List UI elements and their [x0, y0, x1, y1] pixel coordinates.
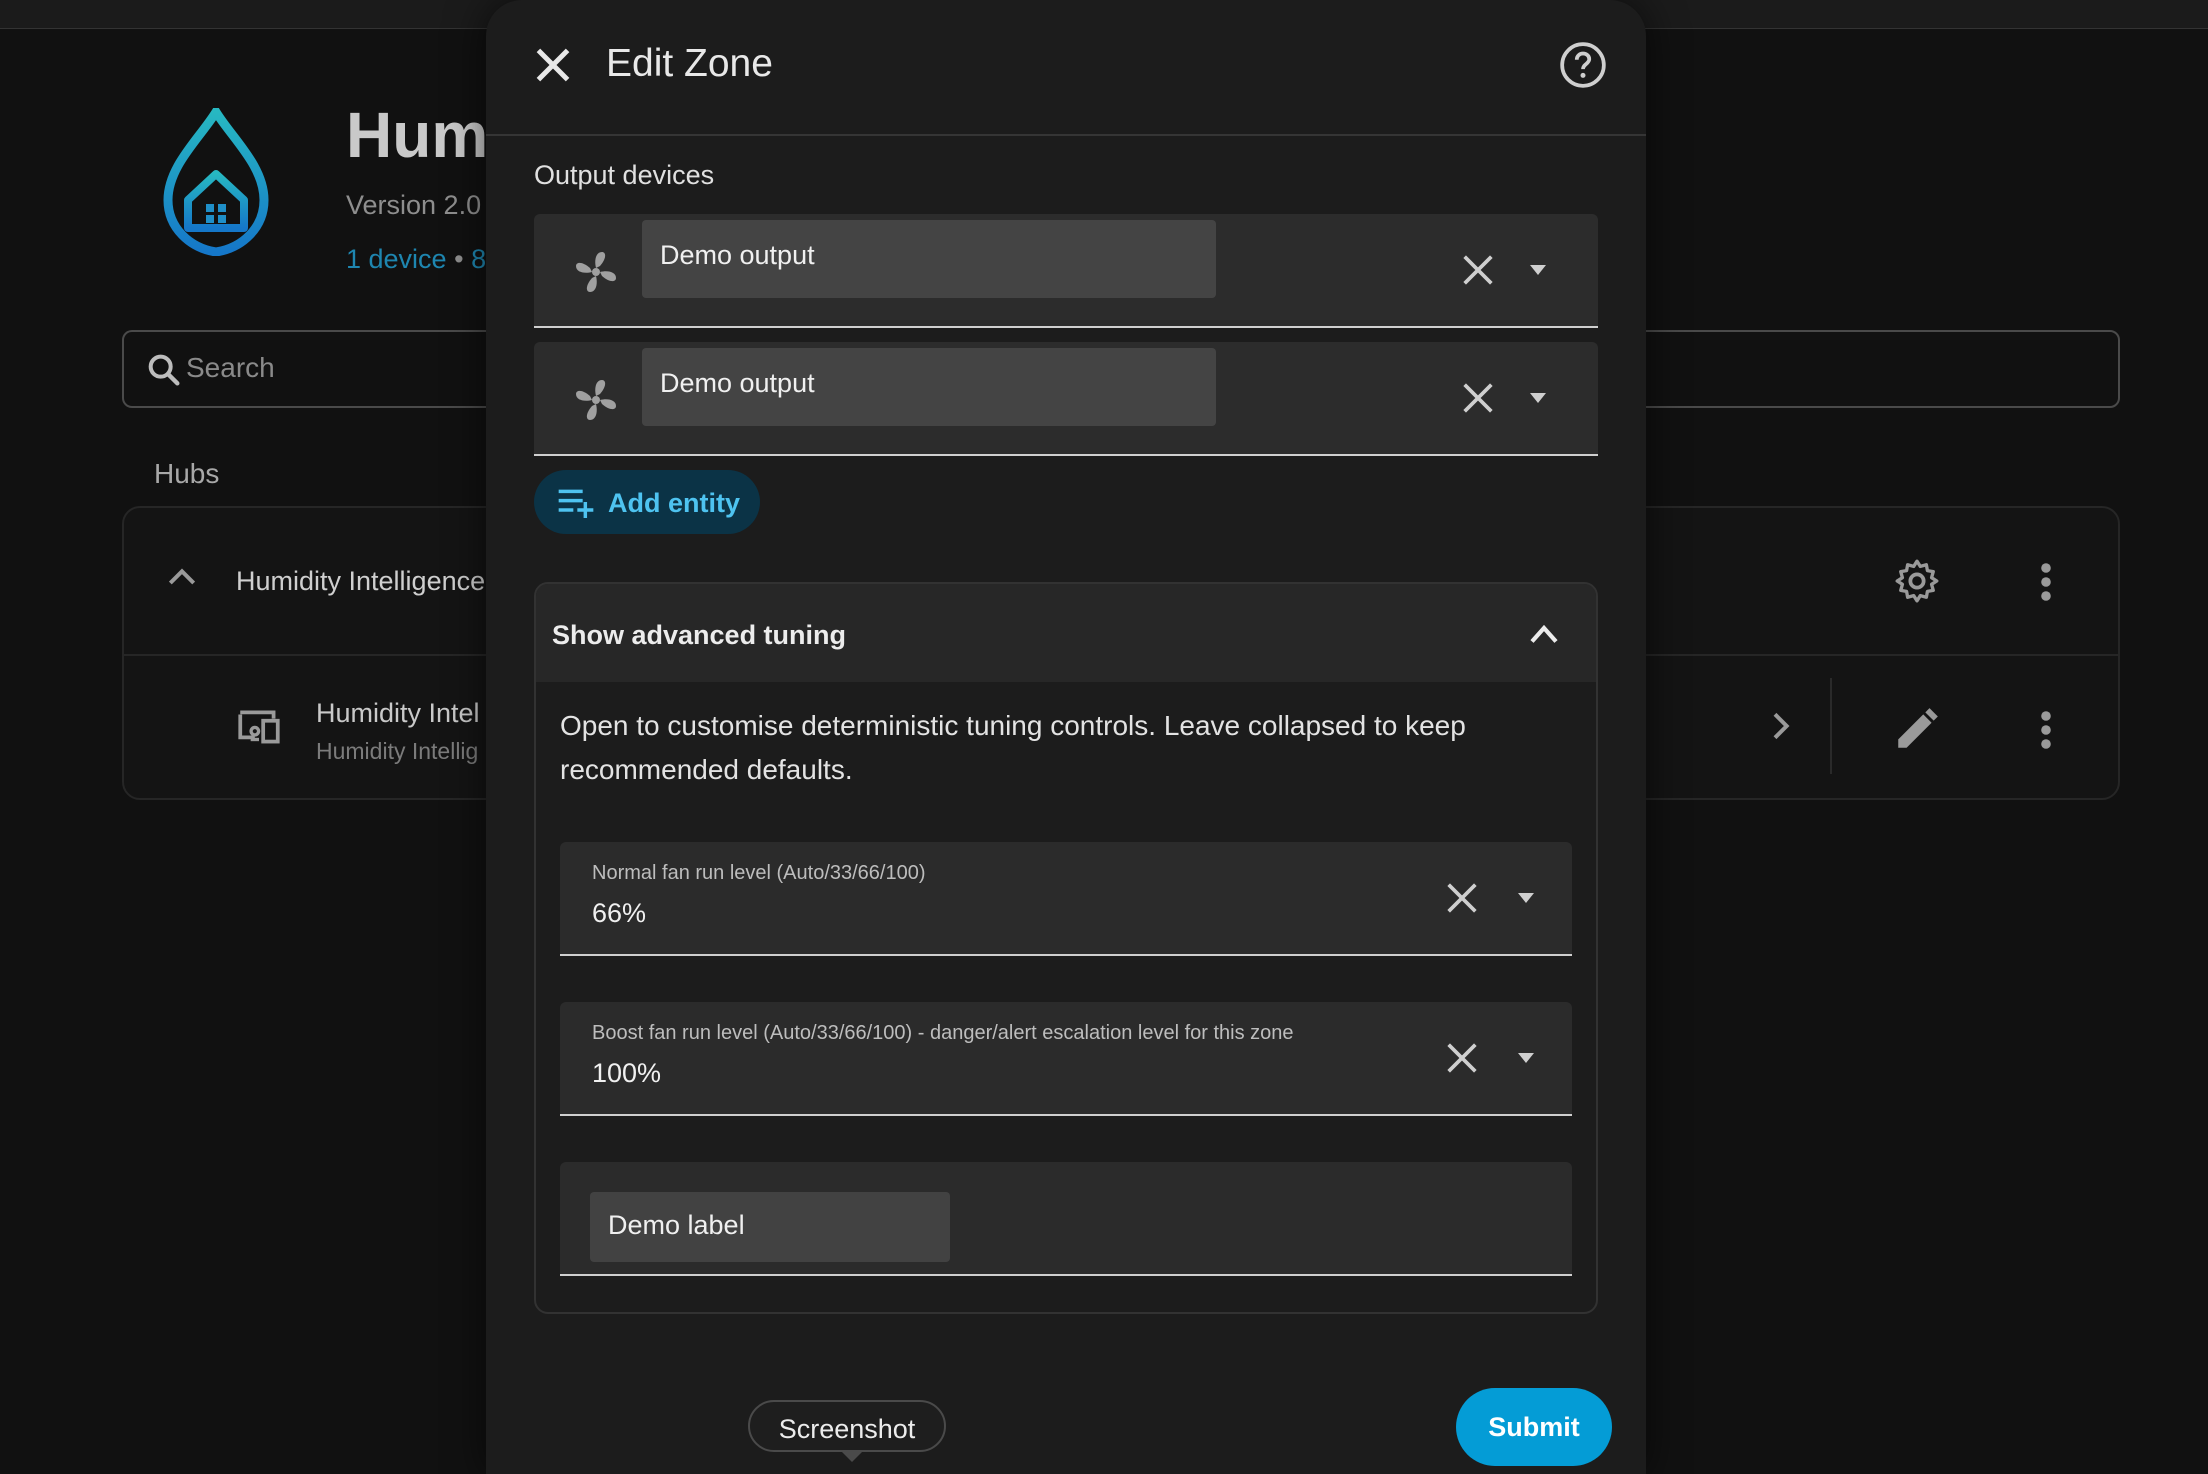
add-entity-label: Add entity — [608, 488, 740, 518]
entities-link[interactable]: 8 — [471, 244, 486, 274]
integration-title: Hum — [346, 99, 489, 171]
screenshot-tooltip: Screenshot — [748, 1400, 946, 1452]
dialog-title: Edit Zone — [606, 42, 773, 85]
output-device-name: Demo output — [660, 368, 815, 398]
dropdown-arrow-icon[interactable] — [1514, 1048, 1538, 1068]
tooltip-arrow — [840, 1450, 864, 1462]
dialog-header: Edit Zone — [486, 0, 1646, 136]
gear-icon[interactable] — [1892, 556, 1942, 606]
chevron-up-icon[interactable] — [162, 558, 202, 598]
output-devices-label: Output devices — [534, 160, 715, 190]
device-name: Humidity Intel — [316, 698, 480, 728]
close-icon[interactable] — [528, 40, 578, 90]
hub-name: Humidity Intelligence — [236, 566, 486, 596]
links-separator: • — [454, 244, 464, 274]
fan-icon — [576, 380, 616, 420]
tooltip-text: Screenshot — [778, 1414, 916, 1444]
output-device-name-plate: Demo output — [642, 348, 1216, 426]
chevron-right-icon[interactable] — [1760, 706, 1800, 746]
dropdown-arrow-icon[interactable] — [1526, 260, 1550, 280]
output-device-name: Demo output — [660, 240, 815, 270]
field-value: 100% — [592, 1058, 662, 1088]
chevron-up-icon[interactable] — [1526, 618, 1562, 650]
integration-version: Version 2.0 — [346, 190, 482, 220]
field-label: Boost fan run level (Auto/33/66/100) - d… — [592, 1022, 1294, 1044]
add-entity-button[interactable]: Add entity — [534, 470, 760, 534]
label-chip: Demo label — [590, 1192, 950, 1262]
output-device-row[interactable]: Demo output — [534, 342, 1598, 456]
field-value: 66% — [592, 898, 647, 928]
clear-icon[interactable] — [1458, 378, 1498, 418]
pencil-icon[interactable] — [1892, 704, 1942, 754]
search-icon — [148, 354, 180, 386]
clear-icon[interactable] — [1442, 878, 1482, 918]
device-subtitle: Humidity Intellig — [316, 738, 479, 764]
field-label: Normal fan run level (Auto/33/66/100) — [592, 862, 926, 884]
row-divider — [1830, 678, 1832, 774]
clear-icon[interactable] — [1442, 1038, 1482, 1078]
help-icon[interactable] — [1558, 40, 1608, 90]
advanced-tuning-panel: Show advanced tuning Open to customise d… — [534, 582, 1598, 1314]
devices-icon — [238, 710, 280, 744]
boost-fan-level-select[interactable]: Boost fan run level (Auto/33/66/100) - d… — [560, 1002, 1572, 1116]
advanced-tuning-title: Show advanced tuning — [552, 620, 847, 650]
submit-label: Submit — [1488, 1412, 1580, 1442]
playlist-add-icon — [558, 489, 594, 518]
normal-fan-level-select[interactable]: Normal fan run level (Auto/33/66/100) 66… — [560, 842, 1572, 956]
devices-link[interactable]: 1 device — [346, 244, 447, 274]
clear-icon[interactable] — [1458, 250, 1498, 290]
advanced-tuning-toggle[interactable]: Show advanced tuning — [536, 584, 1596, 682]
more-options-icon[interactable] — [2026, 708, 2066, 752]
dropdown-arrow-icon[interactable] — [1514, 888, 1538, 908]
submit-button[interactable]: Submit — [1456, 1388, 1612, 1466]
advanced-tuning-description: Open to customise deterministic tuning c… — [560, 710, 1466, 785]
humidity-logo-icon — [163, 108, 269, 256]
label-field[interactable]: Demo label — [560, 1162, 1572, 1276]
label-chip-text: Demo label — [608, 1210, 745, 1240]
fan-icon — [576, 252, 616, 292]
hubs-section-label: Hubs — [154, 458, 220, 489]
dropdown-arrow-icon[interactable] — [1526, 388, 1550, 408]
search-placeholder: Search — [186, 352, 275, 383]
edit-zone-dialog: Edit Zone Output devices Demo output Dem… — [486, 0, 1646, 1474]
output-device-row[interactable]: Demo output — [534, 214, 1598, 328]
output-device-name-plate: Demo output — [642, 220, 1216, 298]
integration-links: 1 device • 8 — [346, 244, 486, 275]
more-options-icon[interactable] — [2026, 560, 2066, 604]
